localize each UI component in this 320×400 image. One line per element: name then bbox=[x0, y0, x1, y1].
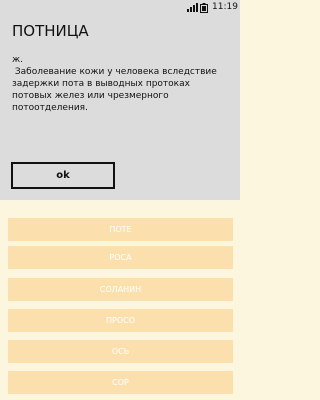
ok-button[interactable]: ok bbox=[11, 162, 115, 189]
list-item-button[interactable]: СОР bbox=[8, 371, 233, 394]
list-item-button[interactable]: ПОТЕ bbox=[8, 218, 233, 241]
list-item-button[interactable]: ПРОСО bbox=[8, 309, 233, 332]
dialog-title: ПОТНИЦА bbox=[12, 22, 89, 40]
message-dialog: 11:19 ПОТНИЦА ж. Заболевание кожи у чело… bbox=[0, 0, 240, 200]
signal-strength-icon bbox=[187, 3, 198, 12]
battery-icon bbox=[200, 3, 208, 13]
list-item-button[interactable]: РОСА bbox=[8, 246, 233, 269]
dialog-message: ж. Заболевание кожи у человека вследстви… bbox=[12, 55, 217, 113]
status-clock: 11:19 bbox=[212, 2, 238, 12]
list-item-button[interactable]: СОЛАНИН bbox=[8, 278, 233, 301]
list-item-button[interactable]: ОСЬ bbox=[8, 340, 233, 363]
status-bar: 11:19 bbox=[0, 0, 240, 16]
